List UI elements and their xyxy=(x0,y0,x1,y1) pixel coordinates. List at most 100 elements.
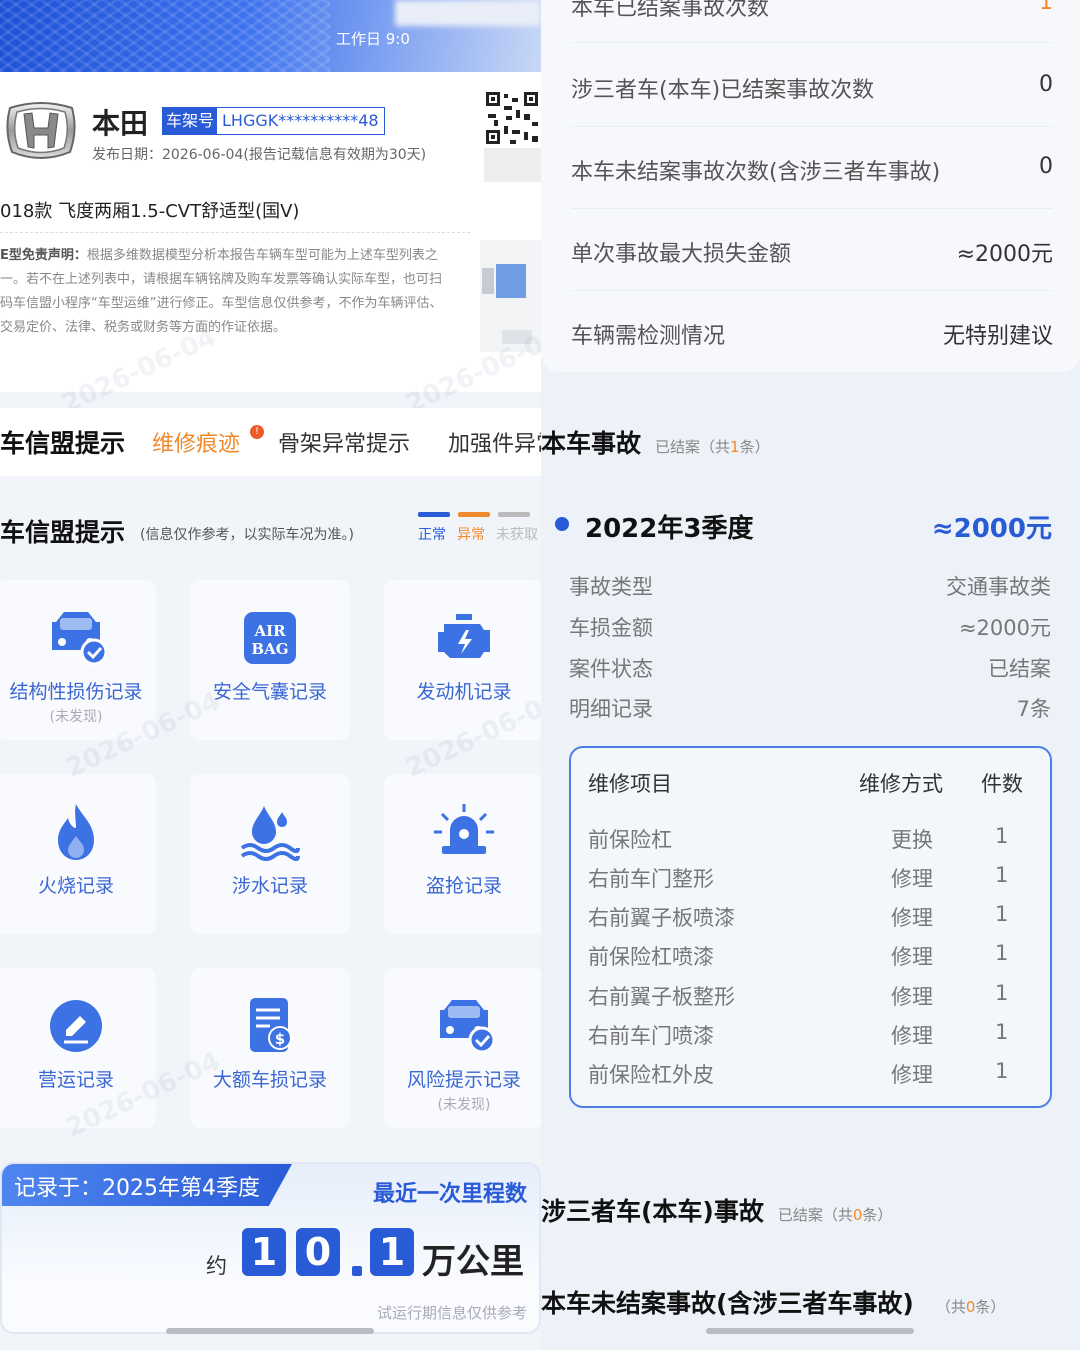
own-accident-status: 已结案（共1条） xyxy=(655,438,770,456)
model-name: 018款 飞度两厢1.5-CVT舒适型(国V) xyxy=(0,201,300,222)
divider xyxy=(0,232,470,233)
operation-icon xyxy=(50,1000,102,1052)
record-status: (未发现) xyxy=(437,1097,491,1113)
qr-code-icon[interactable] xyxy=(484,90,541,182)
risk-car-icon xyxy=(440,1000,496,1054)
third-party-accident-title: 涉三者车(本车)事故 xyxy=(541,1197,764,1226)
repair-items-table: 维修项目 维修方式 件数 前保险杠 更换 1 右前车门整形 修理 1 右前翼子板喷漆 修理… xyxy=(569,746,1052,1108)
timeline-dot xyxy=(555,517,569,531)
stat-label: 车辆需检测情况 xyxy=(571,324,726,349)
record-label: 火烧记录 xyxy=(37,875,114,897)
stat-row: 本车未结案事故次数(含涉三者车事故) 0 xyxy=(571,154,1053,236)
tips-section-subtitle: (信息仅作参考，以实际车况为准。) xyxy=(140,527,354,543)
tab-frame-anomaly[interactable]: 骨架异常提示 xyxy=(278,426,410,458)
mileage-record-tag: 记录于：2025年第4季度 xyxy=(2,1164,292,1206)
stat-value: ≈2000元 xyxy=(956,242,1053,267)
record-label: 盗抢记录 xyxy=(425,875,502,897)
tab-strip: 车信盟提示 维修痕迹 ! 骨架异常提示 加强件异常 xyxy=(0,408,541,476)
publish-date: 发布日期：2026-06-04(报告记载信息有效期为30天) xyxy=(92,147,427,163)
stat-label: 本车已结案事故次数 xyxy=(571,0,770,21)
record-label: 发动机记录 xyxy=(416,681,512,703)
stat-row: 涉三者车(本车)已结案事故次数 0 xyxy=(571,72,1053,154)
stat-value: 1 xyxy=(1039,0,1053,15)
alarm-icon xyxy=(434,804,494,854)
stat-label: 涉三者车(本车)已结案事故次数 xyxy=(571,78,875,103)
mileage-note: 试运行期信息仅供参考 xyxy=(376,1304,527,1322)
repair-header-qty: 件数 xyxy=(981,772,1023,796)
home-indicator[interactable] xyxy=(166,1328,374,1334)
repair-header-item: 维修项目 xyxy=(588,772,672,796)
record-card-risk[interactable]: 风险提示记录 (未发现) xyxy=(384,968,541,1128)
stat-value: 0 xyxy=(1039,72,1053,97)
car-check-icon xyxy=(52,612,108,666)
airbag-icon: AIR BAG xyxy=(244,612,296,664)
home-indicator[interactable] xyxy=(706,1328,914,1334)
legend-normal-swatch xyxy=(418,512,450,517)
report-left-pane: 工作日 9:0 本田 车架号 LHGGK**********48 发布日期：20… xyxy=(0,0,541,1350)
record-card-theft[interactable]: 盗抢记录 xyxy=(384,774,541,934)
table-row: 右前车门喷漆 修理 1 xyxy=(588,1020,1009,1048)
brand-name: 本田 xyxy=(92,107,149,140)
record-label: 风险提示记录 xyxy=(406,1069,521,1091)
divider xyxy=(571,290,1053,291)
record-card-flood[interactable]: 涉水记录 xyxy=(190,774,350,934)
own-accident-header: 本车事故 已结案（共1条） xyxy=(541,424,770,460)
airbag-icon-text-air: AIR xyxy=(253,622,286,640)
mileage-record-label: 记录于：2025年第4季度 xyxy=(14,1176,260,1201)
legend-abnormal-swatch xyxy=(458,512,490,517)
stat-row: 单次事故最大损失金额 ≈2000元 xyxy=(571,236,1053,318)
unsettled-accident-header: 本车未结案事故(含涉三者车事故) （共0条） xyxy=(541,1284,1005,1320)
detail-value: 已结案 xyxy=(988,657,1051,681)
record-card-large-damage[interactable]: $ 大额车损记录 xyxy=(190,968,350,1128)
disclaimer-title: E型免责声明： xyxy=(0,248,87,263)
legend-abnormal-label: 异常 xyxy=(457,527,485,543)
mileage-unit: 万公里 xyxy=(422,1242,524,1282)
legend-unknown-label: 未获取 xyxy=(496,527,538,543)
record-card-structural-damage[interactable]: 结构性损伤记录 (未发现) xyxy=(0,580,156,740)
table-row: 前保险杠外皮 修理 1 xyxy=(588,1059,1009,1087)
model-disclaimer: E型免责声明：根据多维数据模型分析本报告车辆车型可能为上述车型列表之一。若不在上… xyxy=(0,244,448,340)
stat-value: 0 xyxy=(1039,154,1053,179)
stat-label: 本车未结案事故次数(含涉三者车事故) xyxy=(571,160,941,185)
stat-value: 无特别建议 xyxy=(942,324,1053,349)
water-icon xyxy=(240,806,300,861)
detail-key: 案件状态 xyxy=(569,657,653,681)
accident-amount: ≈2000元 xyxy=(931,514,1052,544)
table-row: 右前翼子板整形 修理 1 xyxy=(588,981,1009,1009)
divider xyxy=(571,42,1053,43)
engine-icon xyxy=(438,614,490,658)
stat-label: 单次事故最大损失金额 xyxy=(571,242,792,267)
mileage-digit: 0 xyxy=(296,1228,340,1276)
accident-stats-card: 本车已结案事故次数 1 涉三者车(本车)已结案事故次数 0 本车未结案事故次数(… xyxy=(541,0,1080,372)
tab-reinforcement-anomaly[interactable]: 加强件异常 xyxy=(448,426,541,458)
table-row: 右前车门整形 修理 1 xyxy=(588,863,1009,891)
table-row: 前保险杠 更换 1 xyxy=(588,824,1009,852)
large-damage-icon: $ xyxy=(250,998,292,1052)
third-party-accident-status: 已结案（共0条） xyxy=(777,1206,893,1224)
tab-badge: ! xyxy=(250,425,264,439)
detail-key: 事故类型 xyxy=(569,575,653,599)
tab-chexinmeng-tips[interactable]: 车信盟提示 xyxy=(0,424,125,460)
divider xyxy=(571,126,1053,127)
honda-logo-icon xyxy=(6,102,76,159)
legend-unknown-swatch xyxy=(498,512,530,517)
detail-value: 7条 xyxy=(1016,697,1051,721)
legend-normal-label: 正常 xyxy=(418,527,446,543)
detail-value: 交通事故类 xyxy=(946,575,1051,599)
vin-value: LHGGK**********48 xyxy=(222,111,379,130)
record-label: 涉水记录 xyxy=(231,875,308,897)
mileage-digit: 1 xyxy=(242,1228,286,1276)
tips-section-title: 车信盟提示 xyxy=(0,518,126,547)
tab-repair-traces[interactable]: 维修痕迹 xyxy=(152,426,240,458)
vin-label: 车架号 xyxy=(163,108,218,134)
record-card-fire[interactable]: 火烧记录 xyxy=(0,774,156,934)
mileage-approx: 约 xyxy=(206,1254,227,1278)
status-legend: 正常 异常 未获取 xyxy=(416,512,541,544)
report-right-pane: 本车已结案事故次数 1 涉三者车(本车)已结案事故次数 0 本车未结案事故次数(… xyxy=(541,0,1080,1350)
third-party-accident-header: 涉三者车(本车)事故 已结案（共0条） xyxy=(541,1192,892,1228)
mileage-card: 记录于：2025年第4季度 最近一次里程数 约 1 0 1 万公里 试运行期信息… xyxy=(0,1162,541,1334)
table-row: 右前翼子板喷漆 修理 1 xyxy=(588,902,1009,930)
airbag-icon-text-bag: BAG xyxy=(251,640,288,658)
unsettled-accident-title: 本车未结案事故(含涉三者车事故) xyxy=(541,1289,914,1318)
accident-detail-row: 明细记录 7条 xyxy=(569,693,1051,725)
